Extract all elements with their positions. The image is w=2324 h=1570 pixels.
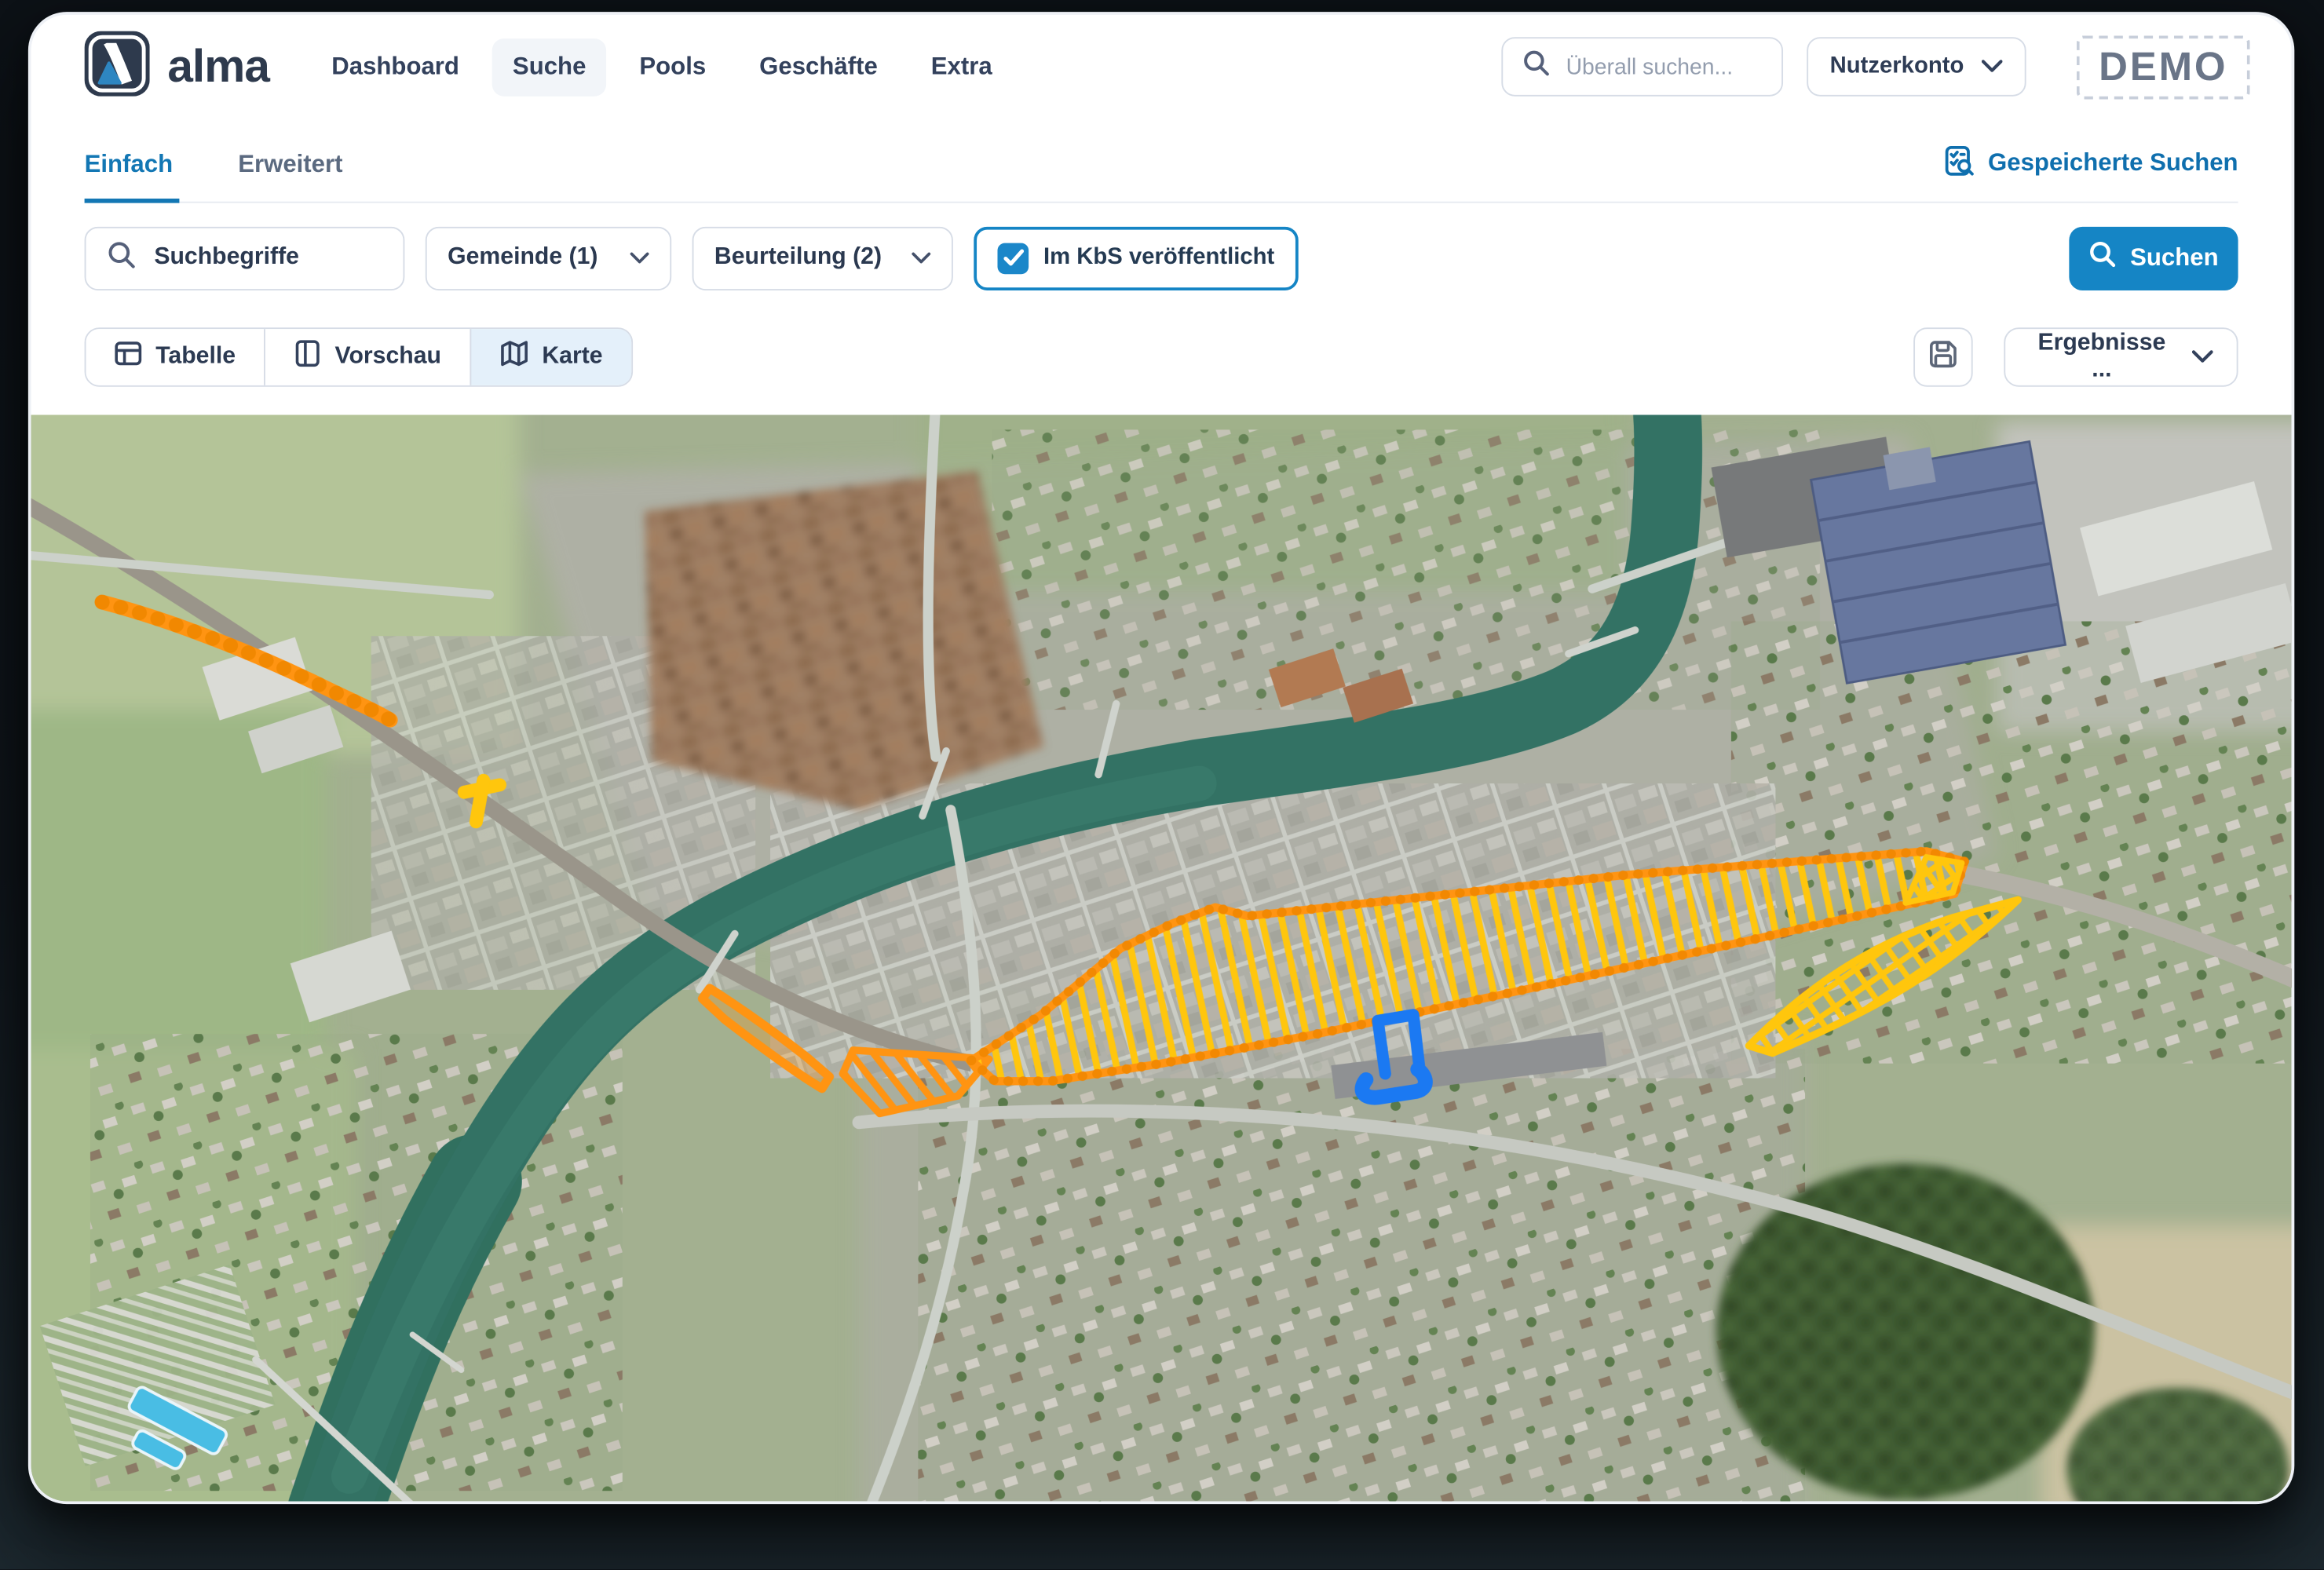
filter-row: Gemeinde (1) Beurteilung (2) Im KbS ver xyxy=(85,226,2238,290)
view-option-vorschau[interactable]: Vorschau xyxy=(264,328,470,385)
results-dropdown[interactable]: Ergebnisse ... xyxy=(2004,327,2238,386)
page-background: alma Dashboard Suche Pools Geschäfte Ext… xyxy=(0,0,2324,1569)
view-switcher: Tabelle Vorschau xyxy=(85,327,633,386)
view-option-label: Karte xyxy=(542,343,602,370)
search-button[interactable]: Suchen xyxy=(2069,226,2238,290)
kbs-published-checkbox[interactable]: Im KbS veröffentlicht xyxy=(974,226,1298,290)
nav-item-suche[interactable]: Suche xyxy=(491,38,606,96)
tab-erweitert[interactable]: Erweitert xyxy=(238,152,349,203)
global-search-input[interactable] xyxy=(1563,53,1762,81)
saved-searches-link[interactable]: Gespeicherte Suchen xyxy=(1945,144,2238,183)
beurteilung-dropdown[interactable]: Beurteilung (2) xyxy=(692,226,953,290)
app-window: alma Dashboard Suche Pools Geschäfte Ext… xyxy=(28,12,2294,1504)
view-option-tabelle[interactable]: Tabelle xyxy=(86,328,263,385)
nav-item-pools[interactable]: Pools xyxy=(619,38,727,96)
saved-searches-label: Gespeicherte Suchen xyxy=(1988,150,2238,178)
gemeinde-dropdown[interactable]: Gemeinde (1) xyxy=(426,226,671,290)
keyword-input[interactable] xyxy=(152,243,382,273)
save-search-button[interactable] xyxy=(1913,327,1973,386)
map-canvas[interactable] xyxy=(31,415,2292,1502)
saved-searches-icon xyxy=(1945,144,1976,183)
keyword-search-field[interactable] xyxy=(85,226,405,290)
alma-logo-icon xyxy=(85,31,150,104)
checkbox-checked-icon[interactable] xyxy=(997,243,1029,274)
app-header: alma Dashboard Suche Pools Geschäfte Ext… xyxy=(31,15,2292,119)
view-option-label: Vorschau xyxy=(335,343,441,370)
tab-einfach[interactable]: Einfach xyxy=(85,152,179,203)
brand[interactable]: alma xyxy=(85,31,269,104)
results-dropdown-label: Ergebnisse ... xyxy=(2029,330,2174,383)
view-toolbar: Tabelle Vorschau xyxy=(85,327,2238,386)
search-panel: Einfach Erweitert Gespeicherte Such xyxy=(31,152,2292,386)
chevron-down-icon xyxy=(2192,343,2213,370)
nav-item-dashboard[interactable]: Dashboard xyxy=(311,38,481,96)
header-right: Nutzerkonto DEMO xyxy=(1501,35,2250,98)
gemeinde-dropdown-label: Gemeinde (1) xyxy=(448,244,597,271)
search-icon xyxy=(2088,240,2117,276)
map-icon xyxy=(499,338,529,374)
chevron-down-icon xyxy=(912,244,931,271)
view-toolbar-right: Ergebnisse ... xyxy=(1913,327,2238,386)
nav-item-geschaefte[interactable]: Geschäfte xyxy=(739,38,898,96)
floppy-save-icon xyxy=(1928,339,1958,373)
nav-item-extra[interactable]: Extra xyxy=(910,38,1013,96)
search-icon xyxy=(1522,49,1550,84)
global-search[interactable] xyxy=(1501,37,1783,97)
account-button[interactable]: Nutzerkonto xyxy=(1806,37,2026,97)
chevron-down-icon xyxy=(630,244,649,271)
kbs-checkbox-label: Im KbS veröffentlicht xyxy=(1043,244,1274,271)
brand-name: alma xyxy=(167,40,269,93)
view-option-label: Tabelle xyxy=(155,343,236,370)
main-nav: Dashboard Suche Pools Geschäfte Extra xyxy=(311,38,1013,96)
search-tabs: Einfach Erweitert Gespeicherte Such xyxy=(85,152,2238,203)
table-icon xyxy=(114,338,142,374)
split-preview-icon xyxy=(294,338,322,374)
satellite-map[interactable] xyxy=(31,415,2292,1502)
beurteilung-dropdown-label: Beurteilung (2) xyxy=(714,244,882,271)
chevron-down-icon xyxy=(1982,53,2002,80)
account-button-label: Nutzerkonto xyxy=(1830,53,1964,80)
search-icon xyxy=(107,239,137,276)
demo-badge: DEMO xyxy=(2077,35,2250,98)
view-option-karte[interactable]: Karte xyxy=(470,328,631,385)
search-button-label: Suchen xyxy=(2130,244,2219,272)
